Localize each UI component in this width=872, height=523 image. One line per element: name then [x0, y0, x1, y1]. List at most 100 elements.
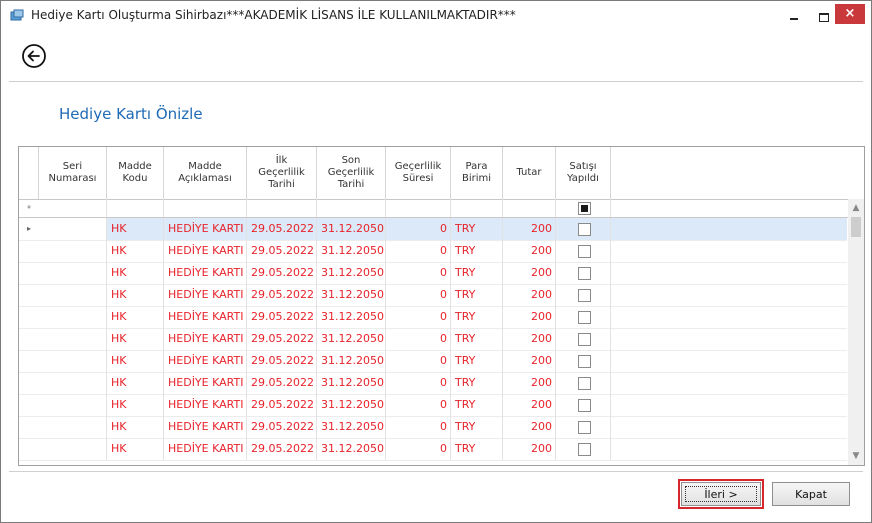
table-cell-son[interactable]: 31.12.2050 [317, 218, 386, 240]
table-cell-son[interactable]: 31.12.2050 [317, 284, 386, 306]
table-cell-tutar[interactable]: 200 [503, 240, 556, 262]
table-cell-ilk[interactable]: 29.05.2022 [247, 240, 317, 262]
table-cell-kod[interactable]: HK [107, 438, 164, 460]
table-cell-sure[interactable]: 0 [386, 240, 451, 262]
sold-checkbox[interactable] [578, 355, 591, 368]
table-cell-ilk[interactable]: 29.05.2022 [247, 416, 317, 438]
table-cell-son[interactable]: 31.12.2050 [317, 394, 386, 416]
table-cell-son[interactable]: 31.12.2050 [317, 350, 386, 372]
table-cell-son[interactable]: 31.12.2050 [317, 372, 386, 394]
table-cell-sure[interactable]: 0 [386, 394, 451, 416]
column-header[interactable]: Para Birimi [451, 147, 503, 199]
table-cell-para[interactable]: TRY [451, 218, 503, 240]
table-cell-aciklama[interactable]: HEDİYE KARTI [164, 438, 247, 460]
table-cell-tutar[interactable]: 200 [503, 394, 556, 416]
filter-cell[interactable] [556, 199, 611, 217]
table-cell-aciklama[interactable]: HEDİYE KARTI [164, 306, 247, 328]
table-cell-aciklama[interactable]: HEDİYE KARTI [164, 416, 247, 438]
filter-cell[interactable] [39, 199, 107, 217]
table-cell-kod[interactable]: HK [107, 350, 164, 372]
table-cell-aciklama[interactable]: HEDİYE KARTI [164, 284, 247, 306]
table-cell-satis[interactable] [556, 306, 611, 328]
scroll-thumb[interactable] [851, 217, 861, 237]
table-cell-kod[interactable]: HK [107, 262, 164, 284]
table-cell-aciklama[interactable]: HEDİYE KARTI [164, 240, 247, 262]
table-cell-ilk[interactable]: 29.05.2022 [247, 284, 317, 306]
table-cell-kod[interactable]: HK [107, 394, 164, 416]
table-cell-kod[interactable]: HK [107, 306, 164, 328]
back-button[interactable] [21, 43, 47, 69]
filter-cell[interactable] [247, 199, 317, 217]
table-cell-kod[interactable]: HK [107, 416, 164, 438]
table-cell-sure[interactable]: 0 [386, 218, 451, 240]
table-cell-tutar[interactable]: 200 [503, 284, 556, 306]
table-cell-sure[interactable]: 0 [386, 416, 451, 438]
grid-filter-row[interactable]: ᵩ [19, 199, 864, 218]
table-cell-para[interactable]: TRY [451, 240, 503, 262]
table-row[interactable]: HK HEDİYE KARTI 29.05.2022 31.12.2050 0 TRY 20… [19, 394, 847, 417]
table-cell-satis[interactable] [556, 350, 611, 372]
table-cell-sure[interactable]: 0 [386, 284, 451, 306]
filter-cell[interactable] [451, 199, 503, 217]
vertical-scrollbar[interactable]: ▲ ▼ [848, 199, 864, 465]
table-cell-para[interactable]: TRY [451, 284, 503, 306]
filter-cell[interactable] [503, 199, 556, 217]
table-cell-aciklama[interactable]: HEDİYE KARTI [164, 350, 247, 372]
table-cell-son[interactable]: 31.12.2050 [317, 416, 386, 438]
table-cell-aciklama[interactable]: HEDİYE KARTI [164, 394, 247, 416]
table-cell-satis[interactable] [556, 438, 611, 460]
table-cell-kod[interactable]: HK [107, 328, 164, 350]
column-header[interactable]: Satışı Yapıldı [556, 147, 611, 199]
table-cell-kod[interactable]: HK [107, 218, 164, 240]
table-cell-sure[interactable]: 0 [386, 328, 451, 350]
table-cell-aciklama[interactable]: HEDİYE KARTI [164, 262, 247, 284]
table-cell-son[interactable]: 31.12.2050 [317, 306, 386, 328]
table-cell-tutar[interactable]: 200 [503, 416, 556, 438]
filter-cell[interactable] [386, 199, 451, 217]
table-cell-aciklama[interactable]: HEDİYE KARTI [164, 328, 247, 350]
table-row[interactable]: HK HEDİYE KARTI 29.05.2022 31.12.2050 0 TRY 20… [19, 438, 847, 461]
table-cell-sure[interactable]: 0 [386, 350, 451, 372]
table-row[interactable]: HK HEDİYE KARTI 29.05.2022 31.12.2050 0 TRY 20… [19, 372, 847, 395]
table-cell-para[interactable]: TRY [451, 262, 503, 284]
sold-checkbox[interactable] [578, 267, 591, 280]
table-cell-para[interactable]: TRY [451, 394, 503, 416]
table-cell-seri[interactable] [39, 328, 107, 350]
table-row[interactable]: HK HEDİYE KARTI 29.05.2022 31.12.2050 0 TRY 20… [19, 350, 847, 373]
sold-checkbox[interactable] [578, 311, 591, 324]
table-cell-ilk[interactable]: 29.05.2022 [247, 438, 317, 460]
table-cell-satis[interactable] [556, 394, 611, 416]
sold-checkbox[interactable] [578, 443, 591, 456]
sold-checkbox[interactable] [578, 333, 591, 346]
sold-checkbox[interactable] [578, 289, 591, 302]
close-window-button[interactable]: × [835, 4, 865, 24]
table-cell-kod[interactable]: HK [107, 284, 164, 306]
scroll-up-icon[interactable]: ▲ [848, 201, 864, 215]
table-cell-satis[interactable] [556, 218, 611, 240]
table-cell-ilk[interactable]: 29.05.2022 [247, 328, 317, 350]
sold-checkbox[interactable] [578, 245, 591, 258]
table-cell-ilk[interactable]: 29.05.2022 [247, 306, 317, 328]
minimize-button[interactable] [781, 5, 807, 27]
table-cell-son[interactable]: 31.12.2050 [317, 438, 386, 460]
table-row[interactable]: HK HEDİYE KARTI 29.05.2022 31.12.2050 0 TRY 20… [19, 262, 847, 285]
table-cell-para[interactable]: TRY [451, 438, 503, 460]
table-cell-tutar[interactable]: 200 [503, 218, 556, 240]
column-header[interactable]: İlk Geçerlilik Tarihi [247, 147, 317, 199]
filter-cell[interactable] [107, 199, 164, 217]
sold-checkbox[interactable] [578, 223, 591, 236]
table-cell-seri[interactable] [39, 372, 107, 394]
table-cell-sure[interactable]: 0 [386, 438, 451, 460]
table-cell-ilk[interactable]: 29.05.2022 [247, 350, 317, 372]
table-cell-ilk[interactable]: 29.05.2022 [247, 394, 317, 416]
column-header[interactable]: Geçerlilik Süresi [386, 147, 451, 199]
scroll-down-icon[interactable]: ▼ [848, 449, 864, 463]
column-header[interactable]: Madde Kodu [107, 147, 164, 199]
table-cell-seri[interactable] [39, 416, 107, 438]
table-cell-kod[interactable]: HK [107, 240, 164, 262]
table-cell-seri[interactable] [39, 394, 107, 416]
table-cell-satis[interactable] [556, 416, 611, 438]
table-cell-seri[interactable] [39, 262, 107, 284]
table-cell-para[interactable]: TRY [451, 328, 503, 350]
table-cell-satis[interactable] [556, 328, 611, 350]
